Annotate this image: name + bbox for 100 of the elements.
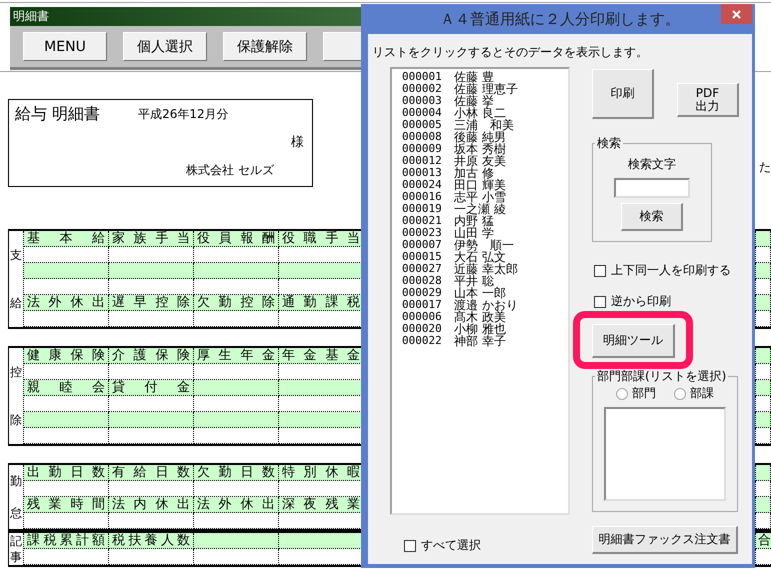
employee-name[interactable]: 佐藤 理恵子 bbox=[454, 83, 518, 95]
employee-id[interactable]: 000024 bbox=[402, 179, 454, 191]
checkbox[interactable] bbox=[404, 540, 416, 552]
checkbox-label: 逆から印刷 bbox=[611, 293, 671, 310]
pay-period: 平成26年12月分 bbox=[138, 106, 229, 122]
group-label: 検索 bbox=[596, 135, 622, 152]
table-cell: 出勤日数 bbox=[24, 465, 109, 481]
employee-id[interactable]: 000012 bbox=[402, 155, 454, 167]
table-cell: 法外休出 bbox=[24, 295, 109, 311]
checkbox[interactable] bbox=[594, 264, 606, 276]
toolbar-button[interactable]: MENU bbox=[23, 32, 107, 61]
section-label: 事 bbox=[10, 550, 22, 564]
employee-name[interactable]: 志平 小雪 bbox=[454, 191, 506, 203]
employee-name[interactable]: 田口 輝美 bbox=[454, 179, 506, 191]
table-cell: 課税累計額 bbox=[24, 533, 109, 549]
employee-name[interactable]: 髙木 政美 bbox=[454, 311, 506, 323]
print-button[interactable]: 印刷 bbox=[592, 69, 654, 119]
employee-name[interactable]: 山本 一郎 bbox=[454, 287, 506, 299]
cell-text: た bbox=[759, 159, 771, 176]
employee-name[interactable]: 小林 良二 bbox=[454, 107, 506, 119]
employee-id[interactable]: 000015 bbox=[402, 251, 454, 263]
pdf-button[interactable]: PDF 出力 bbox=[677, 83, 739, 117]
table-cell: 欠勤控除 bbox=[194, 295, 279, 311]
employee-name[interactable]: 三浦 和美 bbox=[454, 119, 514, 131]
employee-name[interactable]: 神部 幸子 bbox=[454, 335, 506, 347]
employee-id[interactable]: 000003 bbox=[402, 95, 454, 107]
employee-name[interactable]: 平井 聡 bbox=[454, 275, 494, 287]
close-button[interactable] bbox=[721, 4, 752, 24]
field-label: 検索文字 bbox=[628, 156, 676, 173]
toolbar-button[interactable]: 個人選択 bbox=[123, 32, 207, 61]
table-cell: 法外休出 bbox=[194, 497, 279, 513]
employee-id[interactable]: 000001 bbox=[402, 71, 454, 83]
table-cell: 残業時間 bbox=[24, 497, 109, 513]
table-cell bbox=[756, 295, 771, 311]
table-cell: 年金基金 bbox=[279, 348, 364, 364]
table-cell: 家族手当 bbox=[109, 231, 194, 247]
detail-tool-button[interactable]: 明細ツール bbox=[592, 324, 675, 358]
radio-button[interactable] bbox=[674, 388, 686, 400]
employee-id[interactable]: 000028 bbox=[402, 275, 454, 287]
employee-name[interactable]: 伊勢 順一 bbox=[454, 239, 514, 251]
employee-id[interactable]: 000009 bbox=[402, 143, 454, 155]
employee-name[interactable]: 井原 友美 bbox=[454, 155, 506, 167]
employee-name[interactable]: 山田 学 bbox=[454, 227, 494, 239]
table-cell: 欠勤日数 bbox=[194, 465, 279, 481]
employee-id[interactable]: 000023 bbox=[402, 227, 454, 239]
employee-id[interactable]: 000022 bbox=[402, 335, 454, 347]
payslip-title: 給与 明細書 bbox=[15, 104, 100, 124]
search-button[interactable]: 検索 bbox=[621, 203, 683, 231]
employee-id[interactable]: 000002 bbox=[402, 83, 454, 95]
employee-name[interactable]: 内野 猛 bbox=[454, 215, 494, 227]
employee-id[interactable]: 000013 bbox=[402, 167, 454, 179]
section-label: 支 bbox=[10, 248, 22, 262]
toolbar-button[interactable]: 保護解除 bbox=[223, 32, 307, 61]
search-field[interactable] bbox=[614, 178, 690, 198]
section-label: 控 bbox=[10, 365, 22, 379]
employee-id[interactable]: 000020 bbox=[402, 323, 454, 335]
instruction-text: リストをクリックするとそのデータを表示します。 bbox=[372, 44, 649, 61]
employee-name[interactable]: 渡邉 かおり bbox=[454, 299, 518, 311]
employee-id[interactable]: 000005 bbox=[402, 119, 454, 131]
employee-name[interactable]: 小柳 雅也 bbox=[454, 323, 506, 335]
table-cell: 通勤課税 bbox=[279, 295, 364, 311]
checkbox-label: 上下同一人を印刷する bbox=[611, 262, 731, 279]
employee-name[interactable]: 佐藤 挙 bbox=[454, 95, 494, 107]
employee-id[interactable]: 000016 bbox=[402, 191, 454, 203]
checkbox-label: すべて選択 bbox=[421, 537, 481, 554]
table-cell: 健康保険 bbox=[24, 348, 109, 364]
employee-id[interactable]: 000021 bbox=[402, 215, 454, 227]
employee-id[interactable]: 000004 bbox=[402, 107, 454, 119]
employee-id[interactable]: 000027 bbox=[402, 263, 454, 275]
employee-name[interactable]: 一之瀬 綾 bbox=[454, 203, 506, 215]
radio-button[interactable] bbox=[616, 388, 628, 400]
table-cell: 厚生年金 bbox=[194, 348, 279, 364]
employee-name[interactable]: 後藤 純男 bbox=[454, 131, 506, 143]
employee-name[interactable]: 坂本 秀樹 bbox=[454, 143, 506, 155]
employee-name[interactable]: 佐藤 豊 bbox=[454, 71, 494, 83]
employee-name[interactable]: 近藤 幸太郎 bbox=[454, 263, 518, 275]
company-name: 株式会社 セルズ bbox=[186, 162, 274, 178]
employee-id[interactable]: 000008 bbox=[402, 131, 454, 143]
employee-id[interactable]: 000029 bbox=[402, 287, 454, 299]
table-cell: 税扶養人数 bbox=[109, 533, 194, 549]
employee-id[interactable]: 000006 bbox=[402, 311, 454, 323]
section-label: 勤 bbox=[10, 474, 22, 488]
table-cell bbox=[756, 412, 771, 428]
table-cell bbox=[756, 279, 771, 295]
table-cell: 深夜残業 bbox=[279, 497, 364, 513]
table-cell bbox=[756, 380, 771, 396]
group-label: 部門部課(リストを選択) bbox=[596, 368, 728, 385]
employee-id[interactable]: 000007 bbox=[402, 239, 454, 251]
table-cell bbox=[756, 497, 771, 513]
employee-name[interactable]: 大石 弘文 bbox=[454, 251, 506, 263]
section-label: 除 bbox=[10, 413, 22, 427]
employee-id[interactable]: 000017 bbox=[402, 299, 454, 311]
table-cell: 介護保険 bbox=[109, 348, 194, 364]
fax-order-button[interactable]: 明細書ファックス注文書 bbox=[592, 526, 738, 554]
employee-id[interactable]: 000019 bbox=[402, 203, 454, 215]
table-cell: 特別休暇 bbox=[279, 465, 364, 481]
employee-name[interactable]: 加古 修 bbox=[454, 167, 494, 179]
table-cell: 有給日数 bbox=[109, 465, 194, 481]
table-cell bbox=[756, 364, 771, 380]
checkbox[interactable] bbox=[594, 296, 606, 308]
